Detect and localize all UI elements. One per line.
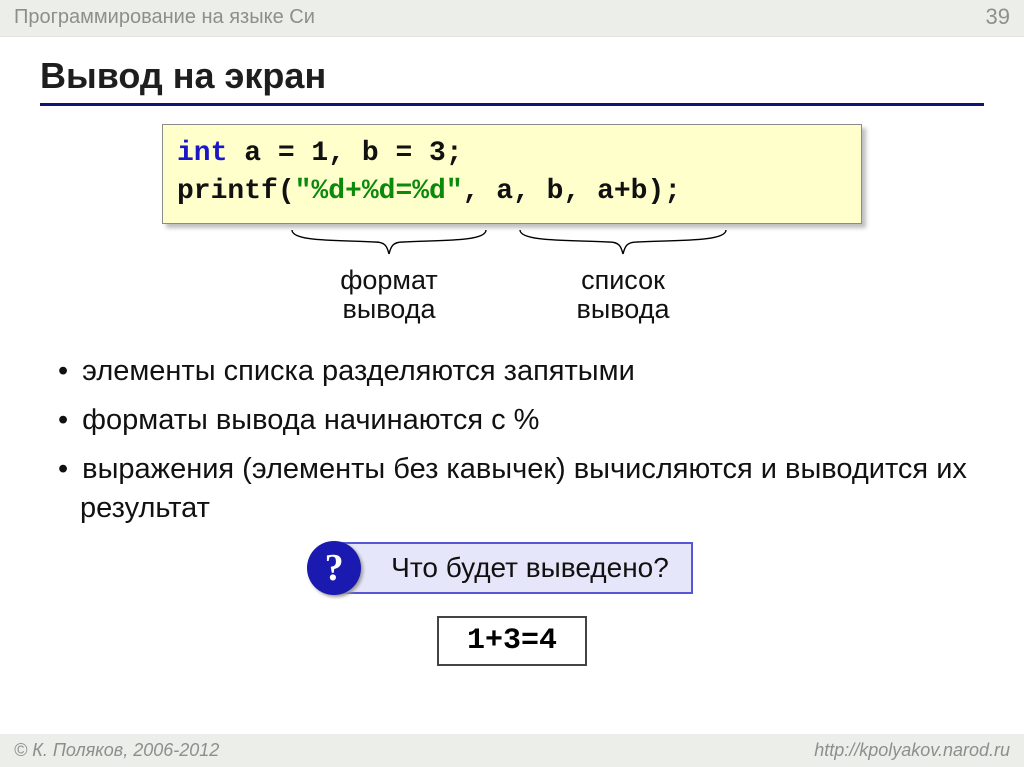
question-box: ? Что будет выведено? [331,542,693,594]
label-list-line2: вывода [518,295,728,325]
slide: Программирование на языке Си 39 Вывод на… [0,0,1024,767]
bullet-list: элементы списка разделяются запятыми фор… [40,352,984,529]
list-item: форматы вывода начинаются с % [40,401,984,440]
code-line1-rest: a = 1, b = 3; [227,138,462,169]
footer-copyright: © К. Поляков, 2006-2012 [14,740,219,761]
content: Вывод на экран int a = 1, b = 3; printf(… [0,37,1024,666]
brace-list-icon [518,228,728,258]
code-format-string: "%d+%d=%d" [295,176,463,207]
slide-title: Вывод на экран [40,55,984,106]
brace-format-icon [290,228,488,258]
label-list: список вывода [518,266,728,325]
header-bar: Программирование на языке Си 39 [0,0,1024,37]
label-format-line2: вывода [290,295,488,325]
answer-box: 1+3=4 [437,616,587,666]
code-box: int a = 1, b = 3; printf("%d+%d=%d", a, … [162,124,862,224]
label-format: формат вывода [290,266,488,325]
code-keyword-int: int [177,138,227,169]
question-mark-icon: ? [307,541,361,595]
list-item: элементы списка разделяются запятыми [40,352,984,391]
labels-row: формат вывода список вывода [162,266,862,338]
page-number: 39 [986,4,1010,30]
course-title: Программирование на языке Си [14,6,315,29]
footer-url: http://kpolyakov.narod.ru [814,740,1010,761]
answer-row: 1+3=4 [40,616,984,666]
braces-row [162,230,862,266]
list-item: выражения (элементы без кавычек) вычисля… [40,450,984,528]
label-list-line1: список [518,266,728,296]
question-row: ? Что будет выведено? [40,542,984,594]
question-mark-glyph: ? [325,546,344,590]
code-line2-rest: , a, b, a+b); [463,176,681,207]
footer-bar: © К. Поляков, 2006-2012 http://kpolyakov… [0,734,1024,767]
label-format-line1: формат [290,266,488,296]
question-text: Что будет выведено? [391,552,669,584]
code-fn-printf: printf( [177,176,295,207]
